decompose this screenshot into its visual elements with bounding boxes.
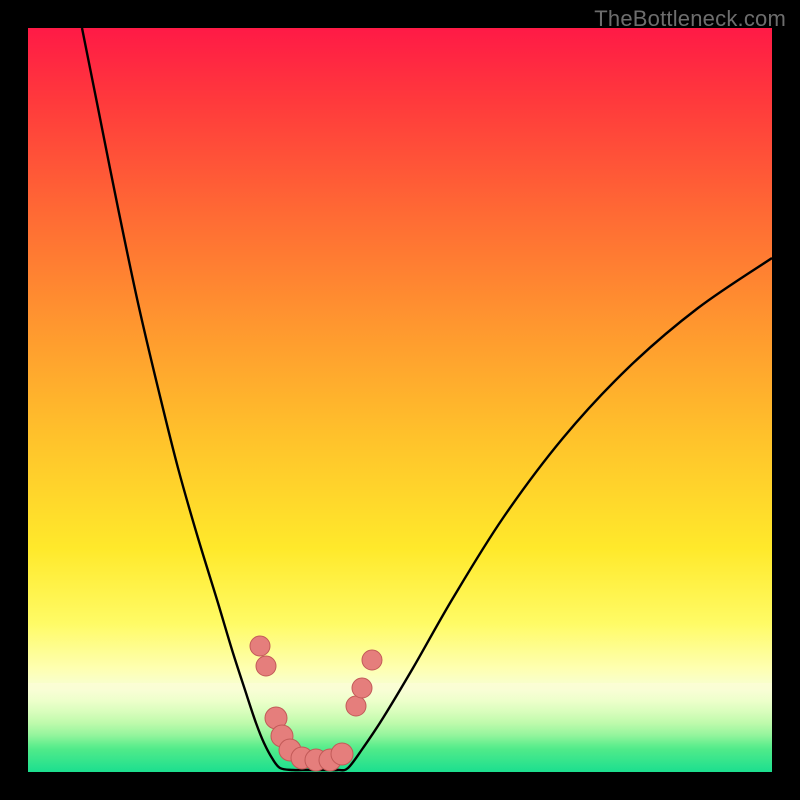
data-marker xyxy=(256,656,276,676)
data-marker xyxy=(346,696,366,716)
watermark-text: TheBottleneck.com xyxy=(594,6,786,32)
bottleneck-curve xyxy=(82,28,772,770)
plot-area xyxy=(28,28,772,772)
outer-frame: TheBottleneck.com xyxy=(0,0,800,800)
data-marker xyxy=(352,678,372,698)
curve-layer xyxy=(28,28,772,772)
data-marker xyxy=(331,743,353,765)
data-marker xyxy=(362,650,382,670)
data-marker xyxy=(250,636,270,656)
